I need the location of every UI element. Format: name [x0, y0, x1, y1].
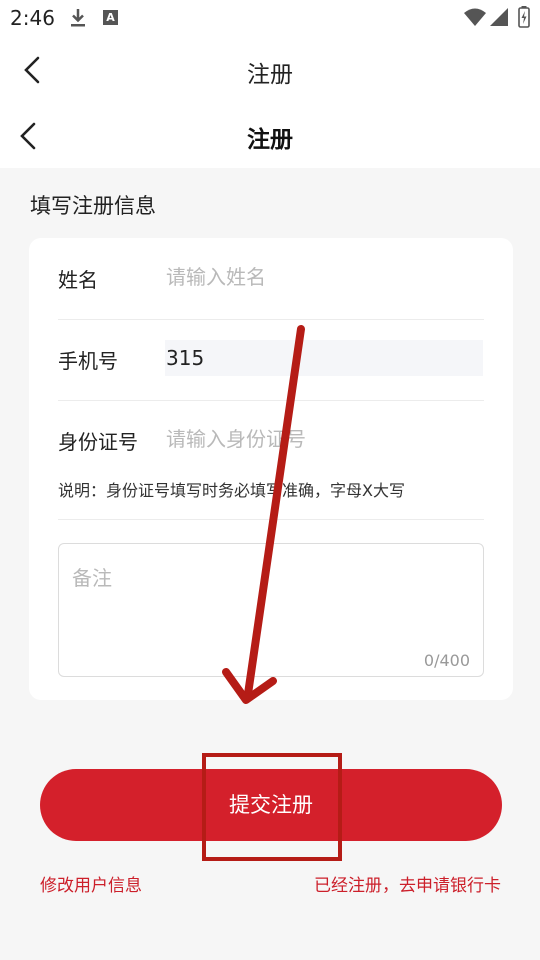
annotation-highlight-box [202, 753, 342, 861]
